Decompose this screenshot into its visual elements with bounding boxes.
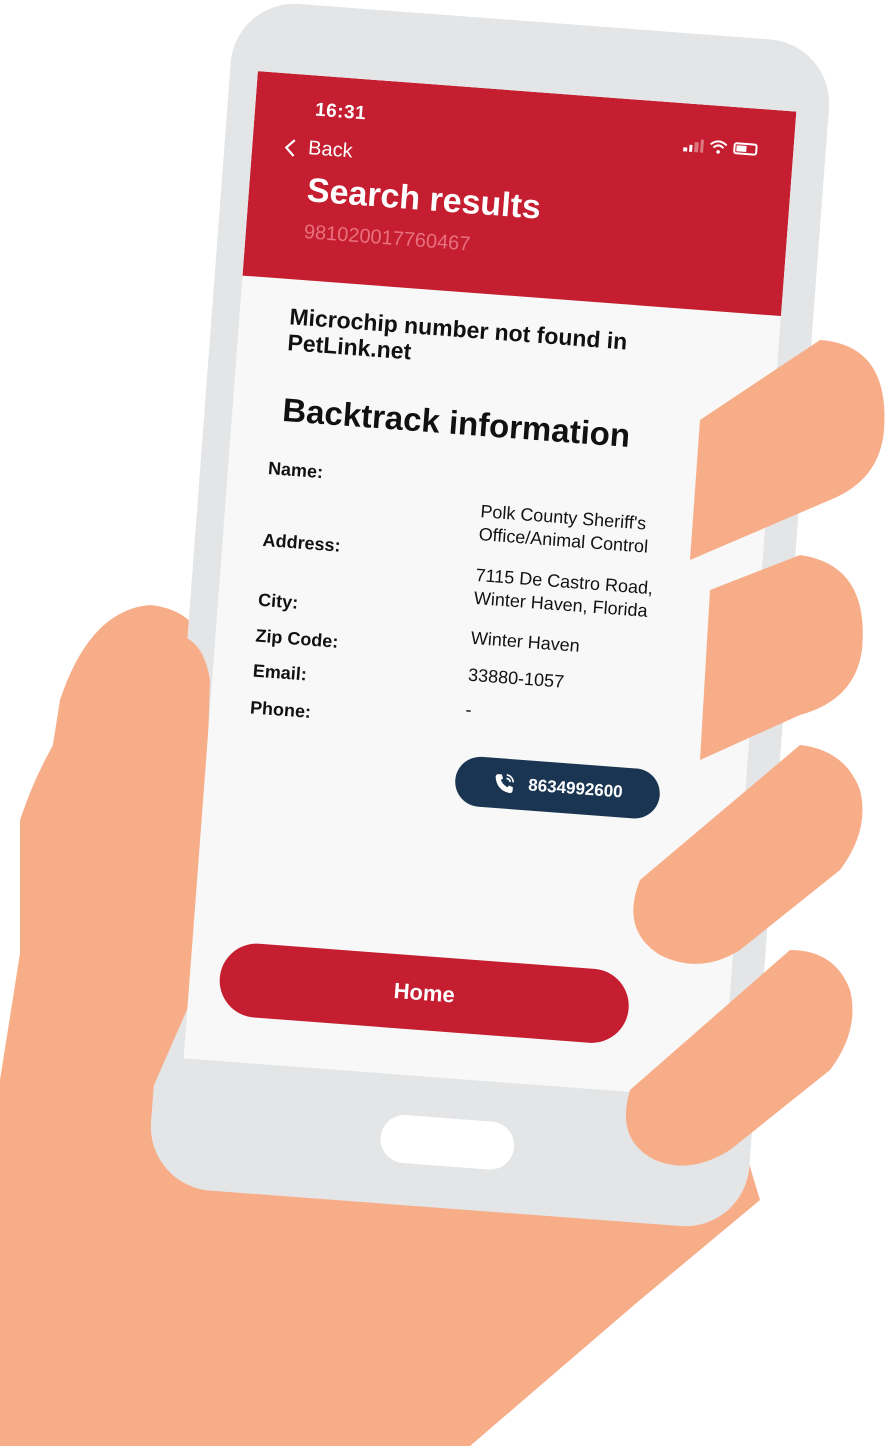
section-title: Backtrack information (281, 391, 632, 455)
zip-value: 33880-1057 (467, 664, 565, 692)
email-label: Email: (252, 660, 308, 685)
microchip-number: 981020017760467 (303, 221, 472, 256)
chevron-left-icon (284, 138, 296, 157)
phone-label: Phone: (249, 697, 312, 722)
phone-number: 8634992600 (527, 775, 624, 802)
name-value: Polk County Sheriff's Office/Animal Cont… (478, 500, 651, 559)
back-label: Back (307, 137, 354, 163)
home-button[interactable]: Home (217, 940, 632, 1046)
app-header: 16:31 Back Search results 98102001776046… (242, 71, 797, 317)
home-button-label: Home (392, 977, 456, 1008)
status-time: 16:31 (314, 99, 367, 125)
signal-icon (683, 137, 704, 153)
battery-icon (732, 142, 758, 156)
city-label: City: (257, 589, 299, 613)
status-icons (683, 137, 758, 157)
phone-screen: 16:31 Back Search results 98102001776046… (183, 71, 797, 1099)
zip-label: Zip Code: (254, 625, 340, 652)
call-phone-button[interactable]: 8634992600 (453, 755, 662, 821)
wifi-icon (710, 140, 728, 154)
not-found-message: Microchip number not found in PetLink.ne… (286, 303, 629, 365)
back-button[interactable]: Back (283, 135, 353, 163)
address-value: 7115 De Castro Road, Winter Haven, Flori… (473, 564, 654, 623)
page-title: Search results (305, 171, 543, 227)
address-label: Address: (261, 529, 342, 556)
email-value: - (464, 699, 473, 720)
phone-call-icon (495, 774, 515, 794)
name-label: Name: (267, 458, 324, 483)
city-value: Winter Haven (470, 627, 581, 656)
